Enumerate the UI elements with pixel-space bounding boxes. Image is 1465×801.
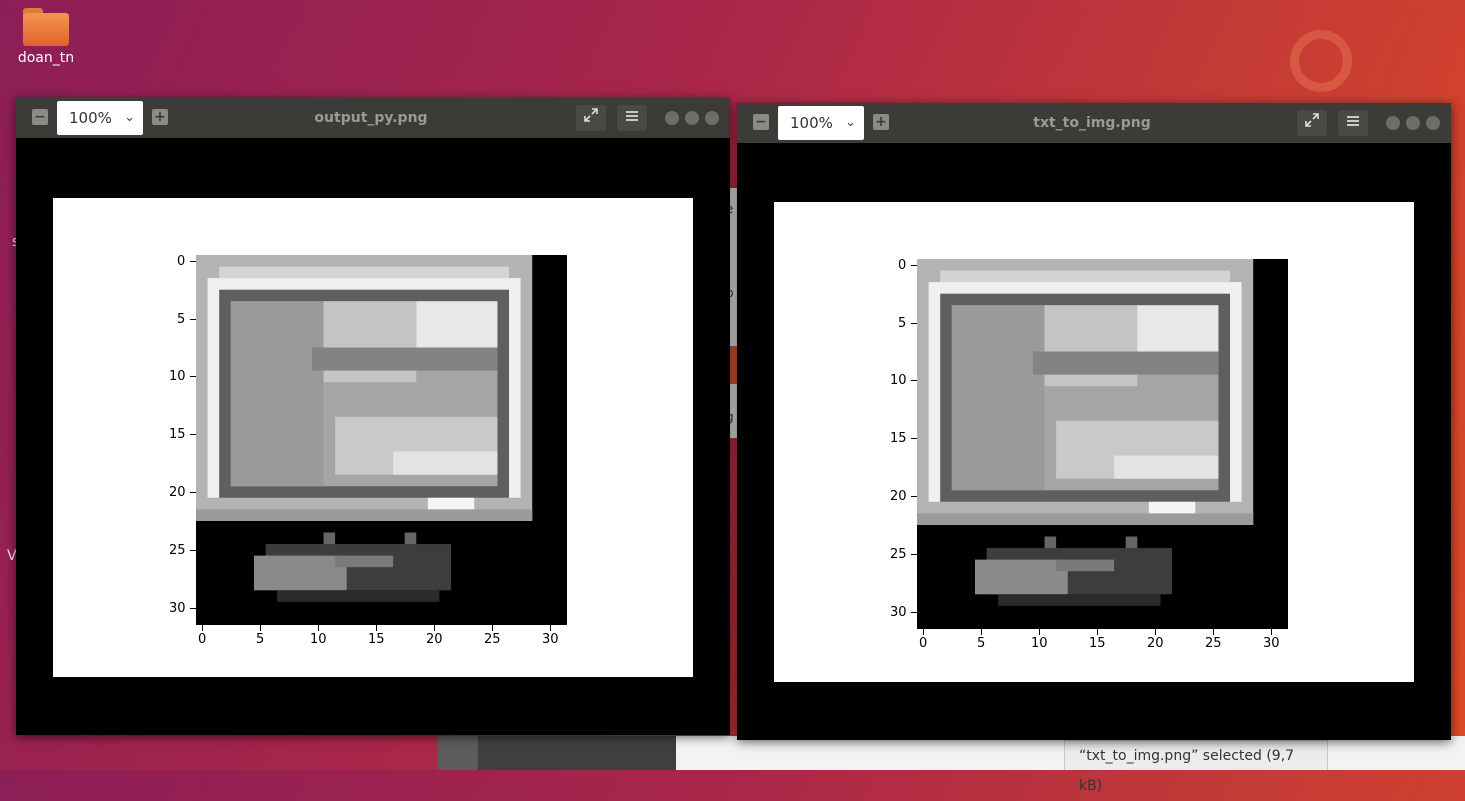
maximize-icon[interactable] — [1406, 116, 1420, 130]
x-tick-label: 5 — [977, 636, 986, 651]
fullscreen-icon — [584, 108, 598, 122]
y-tick-label: 30 — [169, 601, 186, 616]
y-tick-label: 15 — [890, 431, 907, 446]
x-tick-label: 5 — [256, 632, 265, 647]
minimize-icon[interactable] — [665, 111, 679, 125]
x-tick-label: 15 — [1089, 636, 1106, 651]
y-tick-label: 0 — [177, 254, 186, 269]
x-tick-label: 0 — [198, 632, 207, 647]
zoom-level-value: 100% — [790, 114, 833, 132]
x-tick-label: 10 — [1031, 636, 1048, 651]
matplotlib-figure: 0 5 10 15 20 25 30 0 5 10 15 20 25 30 — [774, 202, 1414, 682]
fullscreen-icon — [1305, 113, 1319, 127]
zoom-level-value: 100% — [69, 109, 112, 127]
x-tick-label: 30 — [1263, 636, 1280, 651]
zoom-in-button[interactable]: + — [152, 109, 168, 125]
x-tick-label: 15 — [368, 632, 385, 647]
close-icon[interactable] — [1426, 116, 1440, 130]
zoom-out-button[interactable]: − — [32, 109, 48, 125]
fullscreen-button[interactable] — [576, 105, 606, 131]
y-tick-label: 15 — [169, 427, 186, 442]
y-tick-label: 25 — [169, 543, 186, 558]
y-tick-label: 10 — [169, 369, 186, 384]
zoom-level-select[interactable]: 100% ⌄ — [778, 106, 864, 140]
x-tick-label: 30 — [542, 632, 559, 647]
file-manager-sidebar-edge — [438, 736, 478, 770]
image-plot-area — [917, 259, 1288, 629]
image-viewer-window-output-py[interactable]: − 100% ⌄ + output_py.png 0 5 10 15 20 25… — [16, 98, 730, 735]
y-tick-label: 5 — [177, 312, 186, 327]
image-plot-area — [196, 255, 567, 625]
menu-button[interactable] — [1338, 110, 1368, 136]
menu-icon — [1347, 116, 1359, 126]
y-tick-label: 20 — [169, 485, 186, 500]
fullscreen-button[interactable] — [1297, 110, 1327, 136]
y-tick-label: 10 — [890, 373, 907, 388]
menu-icon — [626, 111, 638, 121]
x-tick-label: 10 — [310, 632, 327, 647]
x-tick-label: 0 — [919, 636, 928, 651]
folder-icon — [23, 8, 69, 46]
window-titlebar[interactable]: − 100% ⌄ + txt_to_img.png — [737, 103, 1451, 143]
window-title: txt_to_img.png — [1033, 115, 1151, 131]
y-tick-label: 5 — [898, 316, 907, 331]
y-tick-label: 0 — [898, 258, 907, 273]
menu-button[interactable] — [617, 105, 647, 131]
zoom-in-button[interactable]: + — [873, 114, 889, 130]
desktop-folder-doan-tn[interactable]: doan_tn — [14, 8, 78, 66]
x-tick-label: 25 — [1205, 636, 1222, 651]
window-titlebar[interactable]: − 100% ⌄ + output_py.png — [16, 98, 730, 138]
file-manager-status-bar: “txt_to_img.png” selected (9,7 kB) — [1064, 740, 1328, 794]
y-tick-label: 25 — [890, 547, 907, 562]
zoom-level-select[interactable]: 100% ⌄ — [57, 101, 143, 135]
chevron-down-icon: ⌄ — [845, 115, 856, 130]
monitor-image — [196, 255, 533, 602]
x-tick-label: 25 — [484, 632, 501, 647]
file-manager-panel — [478, 736, 676, 770]
matplotlib-figure: 0 5 10 15 20 25 30 0 5 10 15 20 25 30 — [53, 198, 693, 677]
image-viewer-window-txt-to-img[interactable]: − 100% ⌄ + txt_to_img.png 0 5 10 15 20 2… — [737, 103, 1451, 740]
chevron-down-icon: ⌄ — [124, 110, 135, 125]
y-tick-label: 20 — [890, 489, 907, 504]
minimize-icon[interactable] — [1386, 116, 1400, 130]
window-title: output_py.png — [314, 110, 428, 126]
monitor-image — [917, 259, 1254, 606]
desktop-folder-label: doan_tn — [17, 50, 75, 66]
y-tick-label: 30 — [890, 605, 907, 620]
close-icon[interactable] — [705, 111, 719, 125]
x-tick-label: 20 — [426, 632, 443, 647]
x-tick-label: 20 — [1147, 636, 1164, 651]
zoom-out-button[interactable]: − — [753, 114, 769, 130]
maximize-icon[interactable] — [685, 111, 699, 125]
wallpaper-ring — [1290, 30, 1352, 92]
